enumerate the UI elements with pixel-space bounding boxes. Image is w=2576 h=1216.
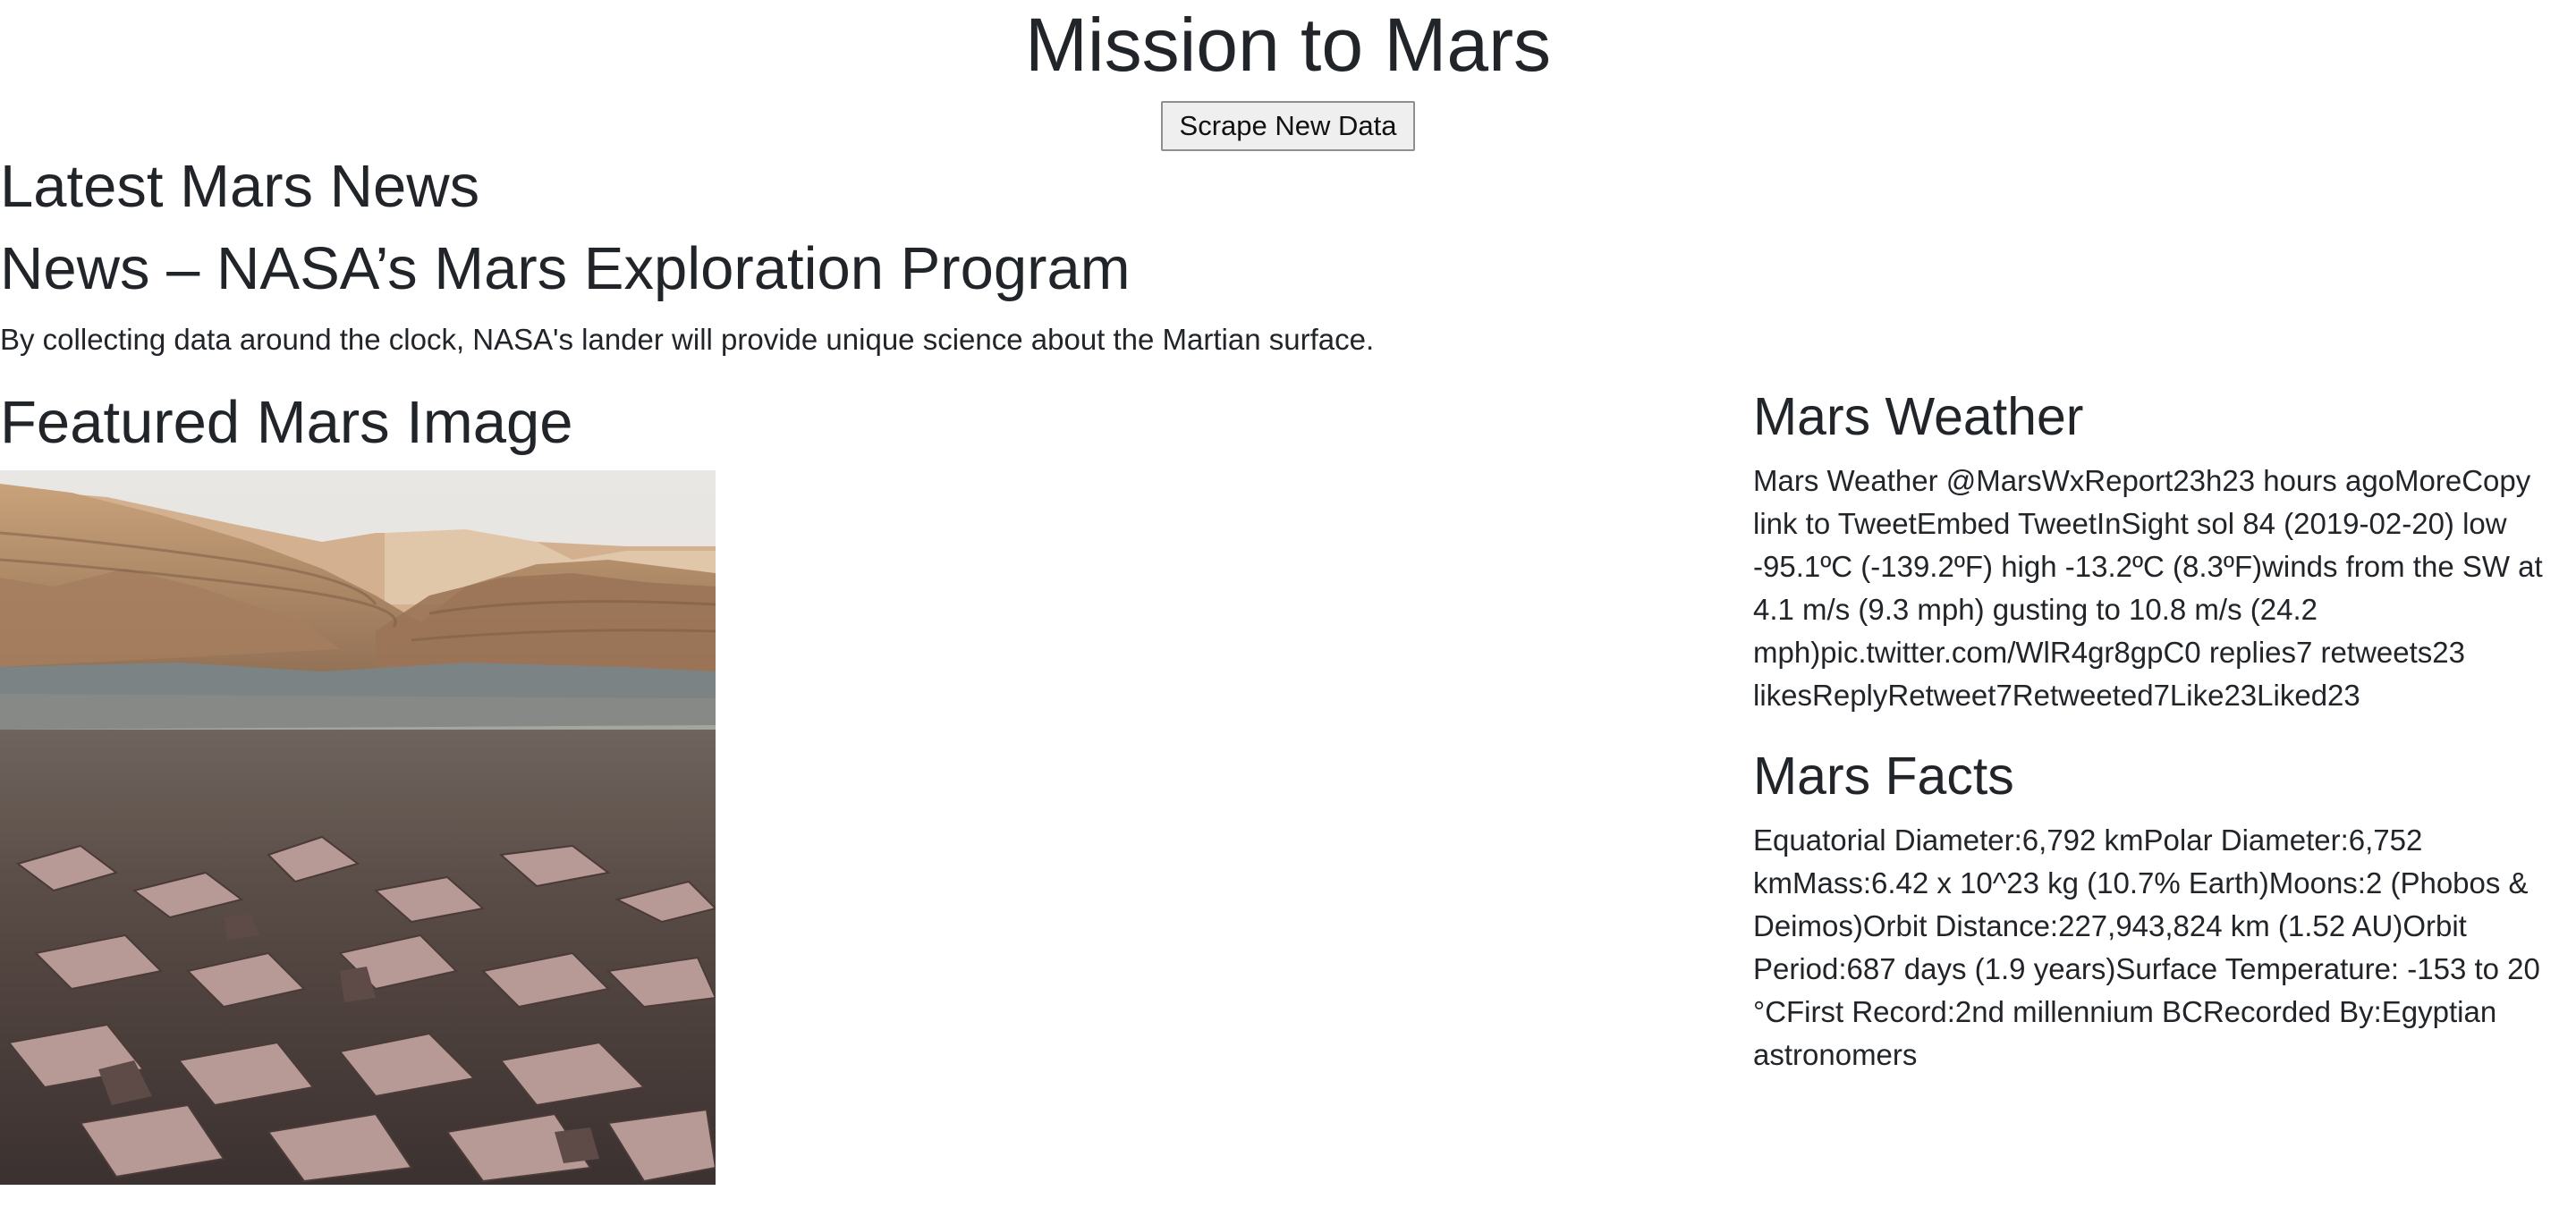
- right-column: Mars Weather Mars Weather @MarsWxReport2…: [1753, 384, 2576, 1077]
- mars-facts-heading: Mars Facts: [1753, 747, 2014, 806]
- weather-section: Mars Weather Mars Weather @MarsWxReport2…: [1753, 384, 2576, 717]
- facts-section: Mars Facts Equatorial Diameter:6,792 kmP…: [1753, 744, 2576, 1077]
- news-title: News – NASA’s Mars Exploration Program: [0, 235, 1131, 302]
- featured-image-heading: Featured Mars Image: [0, 389, 573, 456]
- featured-mars-image: [0, 470, 716, 1185]
- page-title: Mission to Mars: [1024, 3, 1552, 87]
- mars-facts-text: Equatorial Diameter:6,792 kmPolar Diamet…: [1753, 823, 2540, 1071]
- page: Mission to Mars Scrape New Data Latest M…: [0, 0, 2576, 1216]
- scrape-new-data-button[interactable]: Scrape New Data: [1161, 101, 1415, 151]
- mars-weather-heading: Mars Weather: [1753, 387, 2084, 446]
- latest-news-heading: Latest Mars News: [0, 153, 480, 220]
- news-paragraph: By collecting data around the clock, NAS…: [0, 323, 1375, 356]
- mars-weather-text: Mars Weather @MarsWxReport23h23 hours ag…: [1753, 464, 2543, 712]
